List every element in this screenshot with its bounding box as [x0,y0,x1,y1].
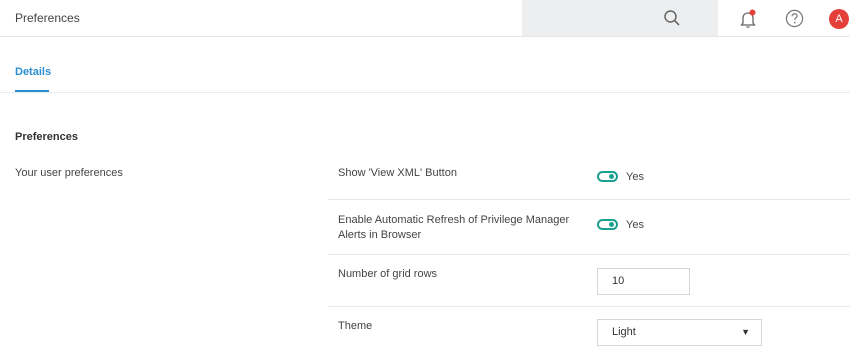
setting-label: Enable Automatic Refresh of Privilege Ma… [338,214,570,241]
tab-active-indicator [15,90,49,92]
setting-label: Show 'View XML' Button [338,167,457,179]
avatar[interactable]: A [829,9,849,29]
top-bar: Preferences A [0,0,850,37]
help-icon[interactable] [785,9,804,28]
chevron-down-icon: ▼ [741,327,750,337]
toggle-knob [609,174,614,179]
setting-label: Number of grid rows [338,268,438,280]
setting-label: Theme [338,320,373,332]
theme-select[interactable]: Light ▼ [597,319,762,346]
toggle-value: Yes [626,171,644,183]
grid-rows-input[interactable]: 10 [597,268,690,295]
auto-refresh-toggle[interactable] [597,219,618,230]
search-input[interactable] [522,0,718,36]
theme-selected-value: Light [612,326,636,338]
section-title: Preferences [15,131,78,143]
setting-row-theme: Theme Light ▼ [328,307,850,352]
toggle-knob [609,222,614,227]
show-xml-toggle[interactable] [597,171,618,182]
setting-row-grid-rows: Number of grid rows 10 [328,255,850,307]
bell-icon[interactable] [738,9,758,29]
tab-bar: Details [0,37,850,93]
page-title: Preferences [15,11,80,25]
setting-row-auto-refresh: Enable Automatic Refresh of Privilege Ma… [328,200,850,255]
section-description: Your user preferences [15,167,123,179]
tab-details[interactable]: Details [15,66,51,78]
search-icon[interactable] [663,9,681,27]
toggle-value: Yes [626,219,644,231]
setting-row-show-xml: Show 'View XML' Button Yes [328,150,850,200]
